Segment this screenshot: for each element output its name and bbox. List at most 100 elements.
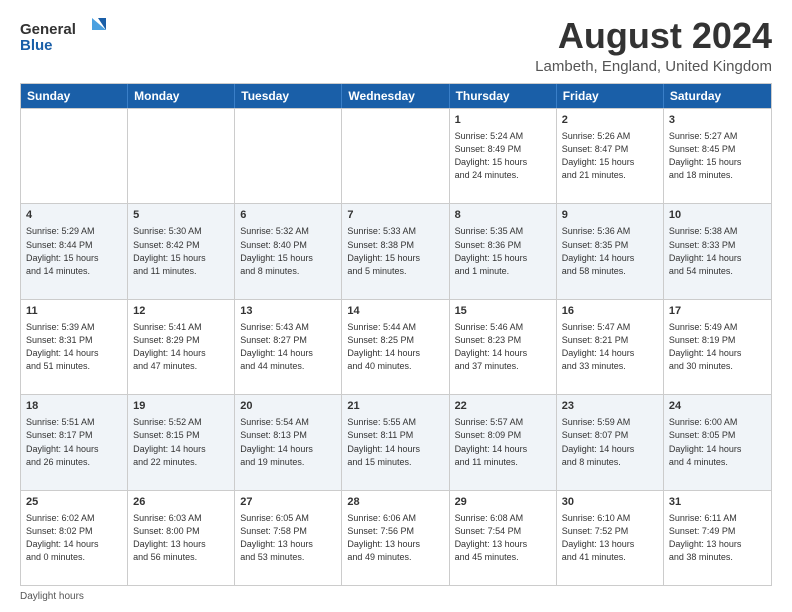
empty-cell <box>21 109 128 203</box>
day-cell-29: 29 Sunrise: 6:08 AMSunset: 7:54 PMDayligh… <box>450 491 557 585</box>
day-header-monday: Monday <box>128 84 235 108</box>
day-number: 13 <box>240 304 336 319</box>
day-cell-8: 8 Sunrise: 5:35 AMSunset: 8:36 PMDaylight… <box>450 204 557 298</box>
day-info: Sunrise: 5:41 AMSunset: 8:29 PMDaylight:… <box>133 321 229 373</box>
day-cell-18: 18Sunrise: 5:51 AMSunset: 8:17 PMDayligh… <box>21 395 128 489</box>
title-block: August 2024 Lambeth, England, United Kin… <box>535 16 772 75</box>
day-info: Sunrise: 6:00 AMSunset: 8:05 PMDaylight:… <box>669 416 766 468</box>
day-cell-10: 10Sunrise: 5:38 AMSunset: 8:33 PMDayligh… <box>664 204 771 298</box>
day-cell-12: 12 Sunrise: 5:41 AMSunset: 8:29 PMDayligh… <box>128 300 235 394</box>
day-cell-26: 26 Sunrise: 6:03 AMSunset: 8:00 PMDayligh… <box>128 491 235 585</box>
day-cell-14: 14Sunrise: 5:44 AMSunset: 8:25 PMDayligh… <box>342 300 449 394</box>
day-header-thursday: Thursday <box>450 84 557 108</box>
day-cell-9: 9Sunrise: 5:36 AMSunset: 8:35 PMDaylight… <box>557 204 664 298</box>
day-number: 12 <box>133 304 229 319</box>
day-cell-15: 15Sunrise: 5:46 AMSunset: 8:23 PMDayligh… <box>450 300 557 394</box>
day-number: 5 <box>133 208 229 223</box>
day-info: Sunrise: 6:11 AMSunset: 7:49 PMDaylight:… <box>669 512 766 564</box>
day-number: 16 <box>562 304 658 319</box>
day-number: 9 <box>562 208 658 223</box>
day-cell-19: 19 Sunrise: 5:52 AMSunset: 8:15 PMDayligh… <box>128 395 235 489</box>
day-cell-2: 2Sunrise: 5:26 AMSunset: 8:47 PMDaylight… <box>557 109 664 203</box>
day-info: Sunrise: 5:54 AMSunset: 8:13 PMDaylight:… <box>240 416 336 468</box>
calendar-row: 25 Sunrise: 6:02 AMSunset: 8:02 PMDayligh… <box>21 490 771 585</box>
day-info: Sunrise: 5:39 AMSunset: 8:31 PMDaylight:… <box>26 321 122 373</box>
subtitle: Lambeth, England, United Kingdom <box>535 58 772 75</box>
day-number: 31 <box>669 495 766 510</box>
header: General Blue August 2024 Lambeth, Englan… <box>20 16 772 75</box>
day-cell-13: 13 Sunrise: 5:43 AMSunset: 8:27 PMDayligh… <box>235 300 342 394</box>
day-number: 18 <box>26 399 122 414</box>
day-info: Sunrise: 5:44 AMSunset: 8:25 PMDaylight:… <box>347 321 443 373</box>
day-number: 28 <box>347 495 443 510</box>
day-number: 20 <box>240 399 336 414</box>
day-info: Sunrise: 5:24 AMSunset: 8:49 PMDaylight:… <box>455 130 551 182</box>
day-header-friday: Friday <box>557 84 664 108</box>
day-number: 1 <box>455 113 551 128</box>
day-cell-24: 24 Sunrise: 6:00 AMSunset: 8:05 PMDayligh… <box>664 395 771 489</box>
day-header-saturday: Saturday <box>664 84 771 108</box>
day-number: 21 <box>347 399 443 414</box>
day-cell-22: 22 Sunrise: 5:57 AMSunset: 8:09 PMDayligh… <box>450 395 557 489</box>
day-number: 26 <box>133 495 229 510</box>
day-info: Sunrise: 5:47 AMSunset: 8:21 PMDaylight:… <box>562 321 658 373</box>
empty-cell <box>342 109 449 203</box>
day-info: Sunrise: 6:02 AMSunset: 8:02 PMDaylight:… <box>26 512 122 564</box>
day-cell-28: 28 Sunrise: 6:06 AMSunset: 7:56 PMDayligh… <box>342 491 449 585</box>
day-cell-31: 31 Sunrise: 6:11 AMSunset: 7:49 PMDayligh… <box>664 491 771 585</box>
day-info: Sunrise: 5:35 AMSunset: 8:36 PMDaylight:… <box>455 225 551 277</box>
day-cell-17: 17 Sunrise: 5:49 AMSunset: 8:19 PMDayligh… <box>664 300 771 394</box>
day-number: 24 <box>669 399 766 414</box>
day-cell-25: 25 Sunrise: 6:02 AMSunset: 8:02 PMDayligh… <box>21 491 128 585</box>
calendar-row: 1 Sunrise: 5:24 AMSunset: 8:49 PMDaylight… <box>21 108 771 203</box>
day-number: 6 <box>240 208 336 223</box>
day-number: 23 <box>562 399 658 414</box>
day-cell-30: 30Sunrise: 6:10 AMSunset: 7:52 PMDayligh… <box>557 491 664 585</box>
day-number: 19 <box>133 399 229 414</box>
day-number: 8 <box>455 208 551 223</box>
calendar-body: 1 Sunrise: 5:24 AMSunset: 8:49 PMDaylight… <box>21 108 771 585</box>
svg-text:Blue: Blue <box>20 37 53 54</box>
day-number: 22 <box>455 399 551 414</box>
day-number: 17 <box>669 304 766 319</box>
calendar-row: 18Sunrise: 5:51 AMSunset: 8:17 PMDayligh… <box>21 394 771 489</box>
day-cell-1: 1 Sunrise: 5:24 AMSunset: 8:49 PMDaylight… <box>450 109 557 203</box>
day-info: Sunrise: 5:52 AMSunset: 8:15 PMDaylight:… <box>133 416 229 468</box>
calendar-row: 4 Sunrise: 5:29 AMSunset: 8:44 PMDaylight… <box>21 203 771 298</box>
calendar-header: SundayMondayTuesdayWednesdayThursdayFrid… <box>21 84 771 108</box>
day-number: 4 <box>26 208 122 223</box>
day-cell-16: 16 Sunrise: 5:47 AMSunset: 8:21 PMDayligh… <box>557 300 664 394</box>
day-cell-5: 5 Sunrise: 5:30 AMSunset: 8:42 PMDaylight… <box>128 204 235 298</box>
day-info: Sunrise: 5:55 AMSunset: 8:11 PMDaylight:… <box>347 416 443 468</box>
day-cell-20: 20 Sunrise: 5:54 AMSunset: 8:13 PMDayligh… <box>235 395 342 489</box>
main-title: August 2024 <box>535 16 772 56</box>
day-header-tuesday: Tuesday <box>235 84 342 108</box>
day-number: 30 <box>562 495 658 510</box>
calendar: SundayMondayTuesdayWednesdayThursdayFrid… <box>20 83 772 586</box>
day-info: Sunrise: 5:27 AMSunset: 8:45 PMDaylight:… <box>669 130 766 182</box>
day-info: Sunrise: 5:49 AMSunset: 8:19 PMDaylight:… <box>669 321 766 373</box>
day-info: Sunrise: 6:08 AMSunset: 7:54 PMDaylight:… <box>455 512 551 564</box>
day-info: Sunrise: 5:43 AMSunset: 8:27 PMDaylight:… <box>240 321 336 373</box>
day-info: Sunrise: 5:32 AMSunset: 8:40 PMDaylight:… <box>240 225 336 277</box>
day-info: Sunrise: 5:33 AMSunset: 8:38 PMDaylight:… <box>347 225 443 277</box>
day-cell-3: 3Sunrise: 5:27 AMSunset: 8:45 PMDaylight… <box>664 109 771 203</box>
day-number: 27 <box>240 495 336 510</box>
day-info: Sunrise: 6:06 AMSunset: 7:56 PMDaylight:… <box>347 512 443 564</box>
day-info: Sunrise: 5:57 AMSunset: 8:09 PMDaylight:… <box>455 416 551 468</box>
day-number: 25 <box>26 495 122 510</box>
empty-cell <box>128 109 235 203</box>
day-info: Sunrise: 6:03 AMSunset: 8:00 PMDaylight:… <box>133 512 229 564</box>
day-number: 29 <box>455 495 551 510</box>
day-cell-6: 6 Sunrise: 5:32 AMSunset: 8:40 PMDaylight… <box>235 204 342 298</box>
day-info: Sunrise: 5:59 AMSunset: 8:07 PMDaylight:… <box>562 416 658 468</box>
day-number: 10 <box>669 208 766 223</box>
day-cell-27: 27Sunrise: 6:05 AMSunset: 7:58 PMDayligh… <box>235 491 342 585</box>
day-info: Sunrise: 5:26 AMSunset: 8:47 PMDaylight:… <box>562 130 658 182</box>
day-info: Sunrise: 5:29 AMSunset: 8:44 PMDaylight:… <box>26 225 122 277</box>
empty-cell <box>235 109 342 203</box>
day-number: 15 <box>455 304 551 319</box>
day-number: 7 <box>347 208 443 223</box>
day-info: Sunrise: 5:30 AMSunset: 8:42 PMDaylight:… <box>133 225 229 277</box>
day-cell-21: 21 Sunrise: 5:55 AMSunset: 8:11 PMDayligh… <box>342 395 449 489</box>
